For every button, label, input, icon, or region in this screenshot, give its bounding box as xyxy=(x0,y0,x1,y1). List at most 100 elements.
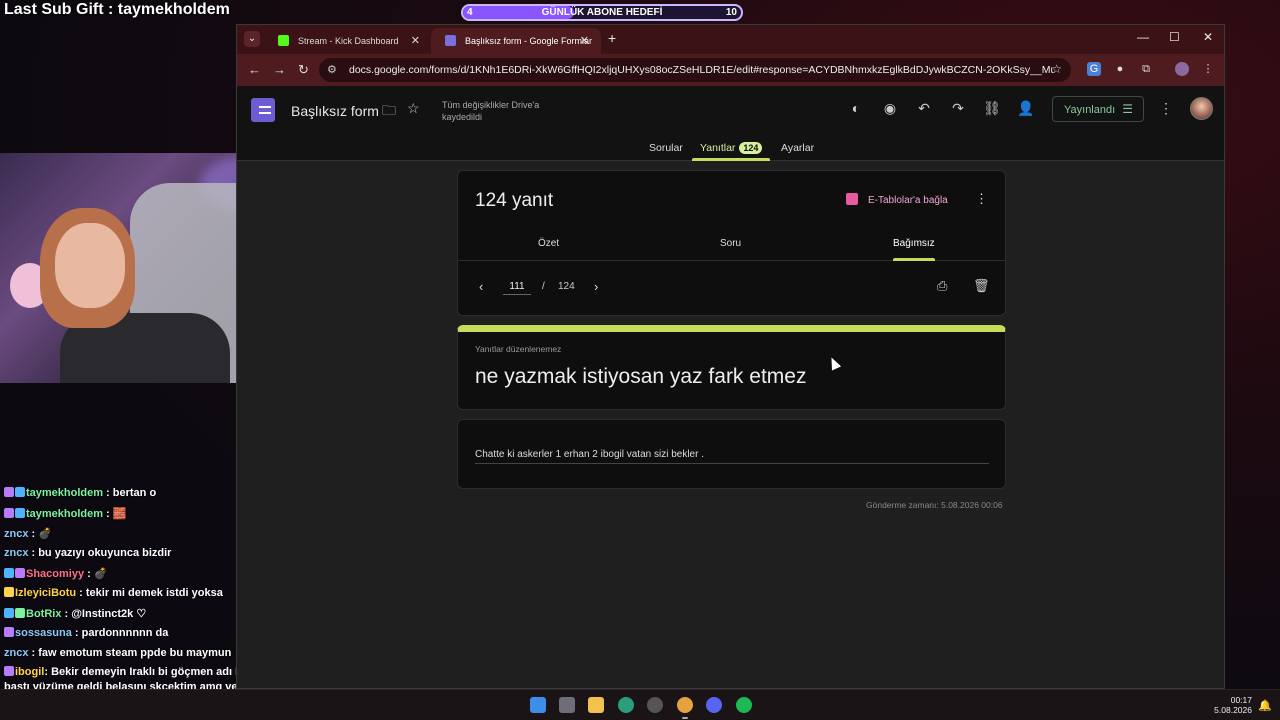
maximize-icon[interactable]: ☐ xyxy=(1169,30,1180,44)
response-pager: ‹ 111 / 124 › ⎙ 🗑 xyxy=(458,261,1005,316)
close-window-icon[interactable]: ✕ xyxy=(1203,30,1213,44)
new-tab-button[interactable]: + xyxy=(608,30,616,46)
responses-count: 124 yanıt xyxy=(475,190,554,211)
response-total: 124 xyxy=(558,281,575,292)
star-icon[interactable]: ☆ xyxy=(407,100,420,117)
tab-search-button[interactable]: ⌄ xyxy=(244,31,260,47)
extensions-puzzle-icon[interactable]: ⧉ xyxy=(1139,62,1153,76)
read-only-note: Yanıtlar düzenlenemez xyxy=(475,344,562,354)
response-number-input[interactable]: 111 xyxy=(503,281,531,295)
address-bar: ← → ↻ ⚙ docs.google.com/forms/d/1KNh1E6D… xyxy=(237,54,1224,86)
palette-icon[interactable]: ◐ xyxy=(847,100,865,116)
publish-button[interactable]: Yayınlandı ☰ xyxy=(1052,96,1144,122)
sub-goal-bar: 4 GÜNLÜK ABONE HEDEFİ 10 xyxy=(461,4,743,21)
more-menu-icon[interactable]: ⋮ xyxy=(1157,100,1175,117)
delete-icon[interactable]: 🗑 xyxy=(973,278,990,294)
more-options-icon[interactable]: ⋮ xyxy=(975,191,988,207)
chevron-right-icon[interactable]: › xyxy=(594,279,598,294)
publish-label: Yayınlandı xyxy=(1064,104,1116,116)
chat-message: IzleyiciBotu: tekir mi demek istdi yoksa xyxy=(4,587,223,599)
chat-message: Shacomiyy: 💣 xyxy=(4,567,108,580)
clock-date[interactable]: 5.08.2026 xyxy=(1210,705,1252,715)
discord-icon[interactable] xyxy=(706,697,722,713)
sub-goal-max: 10 xyxy=(725,7,737,18)
responses-count-badge: 124 xyxy=(739,142,763,154)
responses-content: 124 yanıt E-Tablolar'a bağla ⋮ Özet Soru… xyxy=(237,161,1224,688)
forward-icon[interactable]: → xyxy=(273,62,286,77)
chrome-icon[interactable] xyxy=(677,697,693,713)
edge-icon[interactable] xyxy=(618,697,634,713)
chat-message: sossasuna: pardonnnnnn da xyxy=(4,627,168,639)
menu-kebab-icon[interactable]: ⋮ xyxy=(1201,62,1215,76)
close-icon[interactable]: ✕ xyxy=(411,34,420,47)
print-icon[interactable]: ⎙ xyxy=(937,278,947,294)
response-view-tabs: Özet Soru Bağımsız xyxy=(458,231,1005,261)
link-to-sheets-button[interactable]: E-Tablolar'a bağla xyxy=(846,193,948,206)
folder-icon[interactable]: 🗀 xyxy=(382,100,396,124)
response-answer-text: Chatte ki askerler 1 erhan 2 ibogil vata… xyxy=(475,449,989,464)
sheets-link-label: E-Tablolar'a bağla xyxy=(868,195,948,206)
tab-responses[interactable]: Yanıtlar 124 xyxy=(700,142,763,154)
sub-goal-title: GÜNLÜK ABONE HEDEFİ xyxy=(541,7,663,18)
chat-message: taymekholdem: 🧱 xyxy=(4,507,126,520)
preview-eye-icon[interactable]: ◉ xyxy=(881,100,899,117)
reload-icon[interactable]: ↻ xyxy=(298,62,309,78)
submission-time: Gönderme zamanı: 5.08.2026 00:06 xyxy=(866,500,1003,510)
chevron-left-icon[interactable]: ‹ xyxy=(479,279,483,294)
sheets-icon xyxy=(846,193,858,205)
spotify-icon[interactable] xyxy=(736,697,752,713)
chat-message: taymekholdem: bertan o xyxy=(4,487,156,499)
minimize-icon[interactable]: — xyxy=(1137,30,1149,44)
active-app-indicator xyxy=(682,717,688,719)
subtab-individual[interactable]: Bağımsız xyxy=(893,238,935,249)
response-answer: ne yazmak istiyosan yaz fark etmez xyxy=(475,365,807,388)
tab-kick-dashboard[interactable]: Stream - Kick Dashboard ✕ xyxy=(264,28,432,54)
file-explorer-icon[interactable] xyxy=(588,697,604,713)
response-question-card: Chatte ki askerler 1 erhan 2 ibogil vata… xyxy=(457,419,1006,489)
last-sub-gift: Last Sub Gift : taymekholdem xyxy=(4,1,230,18)
tab-responses-label: Yanıtlar xyxy=(700,142,736,154)
tab-bar: ⌄ Stream - Kick Dashboard ✕ Başlıksız fo… xyxy=(237,25,1224,54)
avatar[interactable] xyxy=(1190,97,1213,120)
redo-icon[interactable]: ↷ xyxy=(949,100,967,117)
chat-message: zncx: bu yazıyı okuyunca bizdir xyxy=(4,547,172,559)
extension-icon[interactable]: ● xyxy=(1113,62,1127,76)
response-answer-card: Yanıtlar düzenlenemez ne yazmak istiyosa… xyxy=(457,325,1006,410)
kick-icon xyxy=(278,35,289,46)
undo-icon[interactable]: ↶ xyxy=(915,100,933,117)
google-forms-logo[interactable] xyxy=(251,98,275,122)
responses-summary-card: 124 yanıt E-Tablolar'a bağla ⋮ Özet Soru… xyxy=(457,170,1006,316)
obs-icon[interactable] xyxy=(647,697,663,713)
bookmark-star-icon[interactable]: ☆ xyxy=(1051,62,1062,76)
chat-message: zncx: 💣 xyxy=(4,528,52,540)
tab-questions[interactable]: Sorular xyxy=(649,142,683,154)
tab-title: Başlıksız form - Google Formlar xyxy=(465,36,593,46)
add-collaborator-icon[interactable]: 👤 xyxy=(1017,100,1035,117)
tune-icon: ☰ xyxy=(1122,102,1133,116)
close-icon[interactable]: ✕ xyxy=(580,34,589,47)
notification-bell-icon[interactable]: 🔔 xyxy=(1258,699,1272,712)
chat-message: BotRix: @Instinct2k ♡ xyxy=(4,607,146,620)
clock-time[interactable]: 00:17 xyxy=(1218,695,1252,705)
chat-message: zncx: faw emotum steam ppde bu maymun xyxy=(4,647,232,659)
tab-title: Stream - Kick Dashboard xyxy=(298,36,399,46)
google-forms-icon xyxy=(445,35,456,46)
forms-header: Başlıksız form 🗀 ☆ Tüm değişiklikler Dri… xyxy=(237,86,1224,161)
url-field[interactable]: ⚙ docs.google.com/forms/d/1KNh1E6DRi-XkW… xyxy=(319,58,1071,82)
forms-tabs: Sorular Yanıtlar 124 Ayarlar xyxy=(237,141,1224,161)
site-info-icon[interactable]: ⚙ xyxy=(327,63,337,76)
translate-icon[interactable]: G xyxy=(1087,62,1101,76)
back-icon[interactable]: ← xyxy=(248,62,261,77)
windows-start-icon[interactable] xyxy=(530,697,546,713)
tab-google-forms[interactable]: Başlıksız form - Google Formlar ✕ xyxy=(431,28,601,54)
task-view-icon[interactable] xyxy=(559,697,575,713)
subtab-question[interactable]: Soru xyxy=(720,238,741,249)
form-title[interactable]: Başlıksız form xyxy=(291,103,379,119)
pager-separator: / xyxy=(542,281,545,292)
taskbar: 00:17 5.08.2026 🔔 xyxy=(0,689,1280,720)
tab-settings[interactable]: Ayarlar xyxy=(781,142,814,154)
subtab-summary[interactable]: Özet xyxy=(538,238,559,249)
browser-window: ⌄ Stream - Kick Dashboard ✕ Başlıksız fo… xyxy=(236,24,1225,689)
link-icon[interactable]: ⛓ xyxy=(983,100,1001,117)
profile-icon[interactable] xyxy=(1175,62,1189,76)
